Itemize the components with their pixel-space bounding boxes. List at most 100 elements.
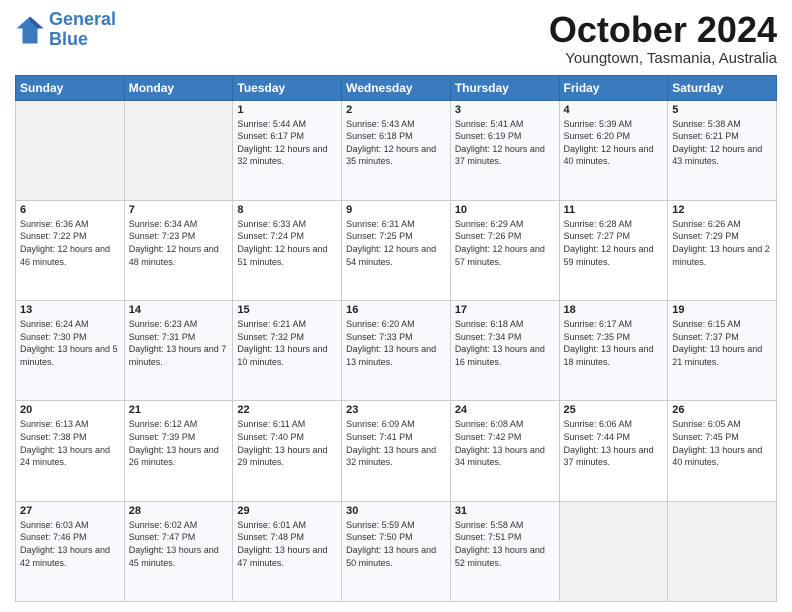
day-cell: 26 Sunrise: 6:05 AM Sunset: 7:45 PM Dayli… [668, 401, 777, 501]
day-cell: 11 Sunrise: 6:28 AM Sunset: 7:27 PM Dayli… [559, 200, 668, 300]
day-number: 7 [129, 204, 229, 216]
day-cell: 1 Sunrise: 5:44 AM Sunset: 6:17 PM Daylig… [233, 100, 342, 200]
day-cell: 4Sunrise: 5:39 AM Sunset: 6:20 PM Daylig… [559, 100, 668, 200]
day-number: 1 [237, 104, 337, 116]
day-header-saturday: Saturday [668, 75, 777, 100]
day-cell: 19 Sunrise: 6:15 AM Sunset: 7:37 PM Dayli… [668, 301, 777, 401]
day-number: 18 [564, 304, 664, 316]
day-cell: 9 Sunrise: 6:31 AM Sunset: 7:25 PM Daylig… [342, 200, 451, 300]
day-number: 6 [20, 204, 120, 216]
day-number: 24 [455, 404, 555, 416]
day-number: 20 [20, 404, 120, 416]
day-cell [124, 100, 233, 200]
day-cell: 21 Sunrise: 6:12 AM Sunset: 7:39 PM Dayli… [124, 401, 233, 501]
day-info: Sunrise: 6:26 AM Sunset: 7:29 PM Dayligh… [672, 218, 772, 268]
day-info: Sunrise: 6:06 AM Sunset: 7:44 PM Dayligh… [564, 418, 664, 468]
week-row-5: 27 Sunrise: 6:03 AM Sunset: 7:46 PM Dayli… [16, 501, 777, 601]
day-number: 2 [346, 104, 446, 116]
day-header-wednesday: Wednesday [342, 75, 451, 100]
day-cell: 30Sunrise: 5:59 AM Sunset: 7:50 PM Dayli… [342, 501, 451, 601]
day-info: Sunrise: 6:11 AM Sunset: 7:40 PM Dayligh… [237, 418, 337, 468]
day-info: Sunrise: 6:33 AM Sunset: 7:24 PM Dayligh… [237, 218, 337, 268]
day-cell: 24Sunrise: 6:08 AM Sunset: 7:42 PM Dayli… [450, 401, 559, 501]
day-cell [559, 501, 668, 601]
day-cell: 7 Sunrise: 6:34 AM Sunset: 7:23 PM Daylig… [124, 200, 233, 300]
day-info: Sunrise: 5:41 AM Sunset: 6:19 PM Dayligh… [455, 118, 555, 168]
day-cell: 15 Sunrise: 6:21 AM Sunset: 7:32 PM Dayli… [233, 301, 342, 401]
day-number: 27 [20, 505, 120, 517]
day-info: Sunrise: 6:18 AM Sunset: 7:34 PM Dayligh… [455, 318, 555, 368]
day-cell: 13Sunrise: 6:24 AM Sunset: 7:30 PM Dayli… [16, 301, 125, 401]
day-info: Sunrise: 5:59 AM Sunset: 7:50 PM Dayligh… [346, 519, 446, 569]
location: Youngtown, Tasmania, Australia [549, 50, 777, 67]
day-cell: 14 Sunrise: 6:23 AM Sunset: 7:31 PM Dayli… [124, 301, 233, 401]
day-cell [16, 100, 125, 200]
calendar-table: SundayMondayTuesdayWednesdayThursdayFrid… [15, 75, 777, 602]
day-info: Sunrise: 6:01 AM Sunset: 7:48 PM Dayligh… [237, 519, 337, 569]
day-number: 21 [129, 404, 229, 416]
day-number: 31 [455, 505, 555, 517]
logo-icon [15, 15, 45, 45]
day-info: Sunrise: 5:44 AM Sunset: 6:17 PM Dayligh… [237, 118, 337, 168]
day-number: 11 [564, 204, 664, 216]
day-info: Sunrise: 6:15 AM Sunset: 7:37 PM Dayligh… [672, 318, 772, 368]
day-number: 19 [672, 304, 772, 316]
month-title: October 2024 [549, 10, 777, 50]
day-info: Sunrise: 6:21 AM Sunset: 7:32 PM Dayligh… [237, 318, 337, 368]
day-cell: 10Sunrise: 6:29 AM Sunset: 7:26 PM Dayli… [450, 200, 559, 300]
day-number: 16 [346, 304, 446, 316]
logo-text: General Blue [49, 10, 116, 50]
day-cell: 25Sunrise: 6:06 AM Sunset: 7:44 PM Dayli… [559, 401, 668, 501]
day-info: Sunrise: 6:03 AM Sunset: 7:46 PM Dayligh… [20, 519, 120, 569]
day-info: Sunrise: 6:12 AM Sunset: 7:39 PM Dayligh… [129, 418, 229, 468]
day-number: 9 [346, 204, 446, 216]
day-info: Sunrise: 6:09 AM Sunset: 7:41 PM Dayligh… [346, 418, 446, 468]
calendar-header-row: SundayMondayTuesdayWednesdayThursdayFrid… [16, 75, 777, 100]
day-cell: 16Sunrise: 6:20 AM Sunset: 7:33 PM Dayli… [342, 301, 451, 401]
day-cell: 5Sunrise: 5:38 AM Sunset: 6:21 PM Daylig… [668, 100, 777, 200]
day-cell: 27 Sunrise: 6:03 AM Sunset: 7:46 PM Dayli… [16, 501, 125, 601]
day-header-monday: Monday [124, 75, 233, 100]
day-cell: 28Sunrise: 6:02 AM Sunset: 7:47 PM Dayli… [124, 501, 233, 601]
header: General Blue October 2024 Youngtown, Tas… [15, 10, 777, 67]
day-number: 22 [237, 404, 337, 416]
day-number: 15 [237, 304, 337, 316]
day-number: 14 [129, 304, 229, 316]
day-cell: 3 Sunrise: 5:41 AM Sunset: 6:19 PM Daylig… [450, 100, 559, 200]
day-cell: 6Sunrise: 6:36 AM Sunset: 7:22 PM Daylig… [16, 200, 125, 300]
day-info: Sunrise: 6:34 AM Sunset: 7:23 PM Dayligh… [129, 218, 229, 268]
day-number: 26 [672, 404, 772, 416]
day-header-friday: Friday [559, 75, 668, 100]
day-header-tuesday: Tuesday [233, 75, 342, 100]
page: General Blue October 2024 Youngtown, Tas… [0, 0, 792, 612]
day-cell: 31 Sunrise: 5:58 AM Sunset: 7:51 PM Dayli… [450, 501, 559, 601]
day-header-sunday: Sunday [16, 75, 125, 100]
day-number: 29 [237, 505, 337, 517]
title-block: October 2024 Youngtown, Tasmania, Austra… [549, 10, 777, 67]
day-info: Sunrise: 5:58 AM Sunset: 7:51 PM Dayligh… [455, 519, 555, 569]
day-info: Sunrise: 6:24 AM Sunset: 7:30 PM Dayligh… [20, 318, 120, 368]
day-info: Sunrise: 6:13 AM Sunset: 7:38 PM Dayligh… [20, 418, 120, 468]
day-cell: 22 Sunrise: 6:11 AM Sunset: 7:40 PM Dayli… [233, 401, 342, 501]
day-number: 4 [564, 104, 664, 116]
day-cell [668, 501, 777, 601]
week-row-4: 20 Sunrise: 6:13 AM Sunset: 7:38 PM Dayli… [16, 401, 777, 501]
day-cell: 20 Sunrise: 6:13 AM Sunset: 7:38 PM Dayli… [16, 401, 125, 501]
week-row-3: 13Sunrise: 6:24 AM Sunset: 7:30 PM Dayli… [16, 301, 777, 401]
day-cell: 29 Sunrise: 6:01 AM Sunset: 7:48 PM Dayli… [233, 501, 342, 601]
day-cell: 17 Sunrise: 6:18 AM Sunset: 7:34 PM Dayli… [450, 301, 559, 401]
day-cell: 23Sunrise: 6:09 AM Sunset: 7:41 PM Dayli… [342, 401, 451, 501]
day-number: 3 [455, 104, 555, 116]
day-info: Sunrise: 6:28 AM Sunset: 7:27 PM Dayligh… [564, 218, 664, 268]
day-number: 17 [455, 304, 555, 316]
day-cell: 12Sunrise: 6:26 AM Sunset: 7:29 PM Dayli… [668, 200, 777, 300]
day-number: 5 [672, 104, 772, 116]
day-info: Sunrise: 6:31 AM Sunset: 7:25 PM Dayligh… [346, 218, 446, 268]
day-number: 10 [455, 204, 555, 216]
day-cell: 8Sunrise: 6:33 AM Sunset: 7:24 PM Daylig… [233, 200, 342, 300]
day-cell: 18Sunrise: 6:17 AM Sunset: 7:35 PM Dayli… [559, 301, 668, 401]
day-info: Sunrise: 6:05 AM Sunset: 7:45 PM Dayligh… [672, 418, 772, 468]
day-info: Sunrise: 6:23 AM Sunset: 7:31 PM Dayligh… [129, 318, 229, 368]
week-row-2: 6Sunrise: 6:36 AM Sunset: 7:22 PM Daylig… [16, 200, 777, 300]
week-row-1: 1 Sunrise: 5:44 AM Sunset: 6:17 PM Daylig… [16, 100, 777, 200]
